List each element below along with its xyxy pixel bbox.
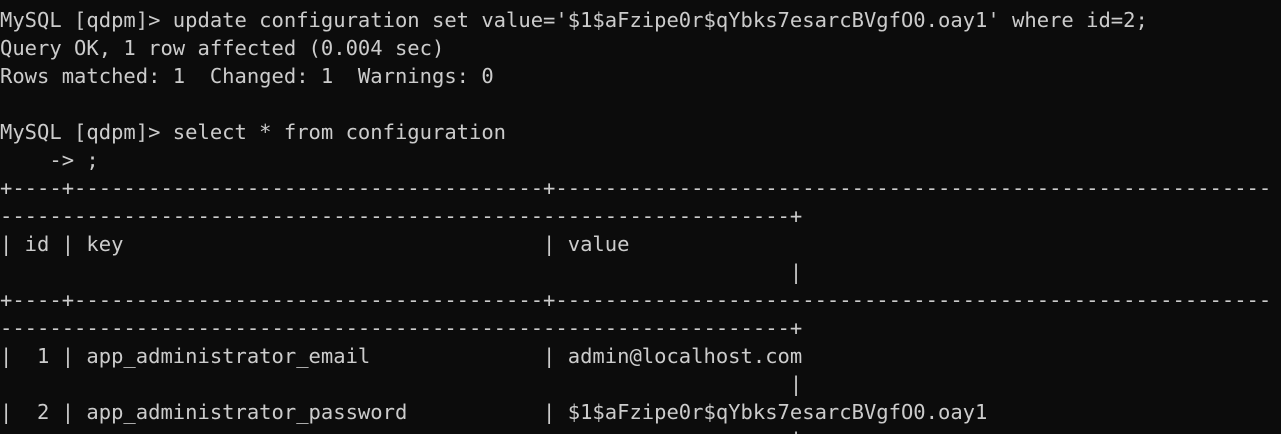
table-border-top-wrap: ----------------------------------------… [0, 204, 803, 228]
command-update: MySQL [qdpm]> update configuration set v… [0, 8, 1148, 32]
table-border-mid: +----+----------------------------------… [0, 288, 1272, 312]
terminal-top-edge [0, 0, 1281, 5]
rows-matched-output: Rows matched: 1 Changed: 1 Warnings: 0 [0, 64, 494, 88]
command-select: MySQL [qdpm]> select * from configuratio… [0, 120, 507, 144]
table-border-top: +----+----------------------------------… [0, 176, 1272, 200]
table-row-2: | 2 | app_administrator_password | $1$aF… [0, 400, 988, 424]
table-border-mid-wrap: ----------------------------------------… [0, 316, 803, 340]
table-header-row-wrap: | [0, 260, 803, 284]
table-row-2-wrap: | [0, 426, 802, 434]
table-row-1: | 1 | app_administrator_email | admin@lo… [0, 344, 803, 368]
query-ok-output: Query OK, 1 row affected (0.004 sec) [0, 36, 445, 60]
table-row-1-wrap: | [0, 372, 803, 396]
command-continuation: -> ; [0, 148, 99, 172]
table-header-row: | id | key | value [0, 232, 630, 256]
terminal-window[interactable]: MySQL [qdpm]> update configuration set v… [0, 0, 1281, 434]
